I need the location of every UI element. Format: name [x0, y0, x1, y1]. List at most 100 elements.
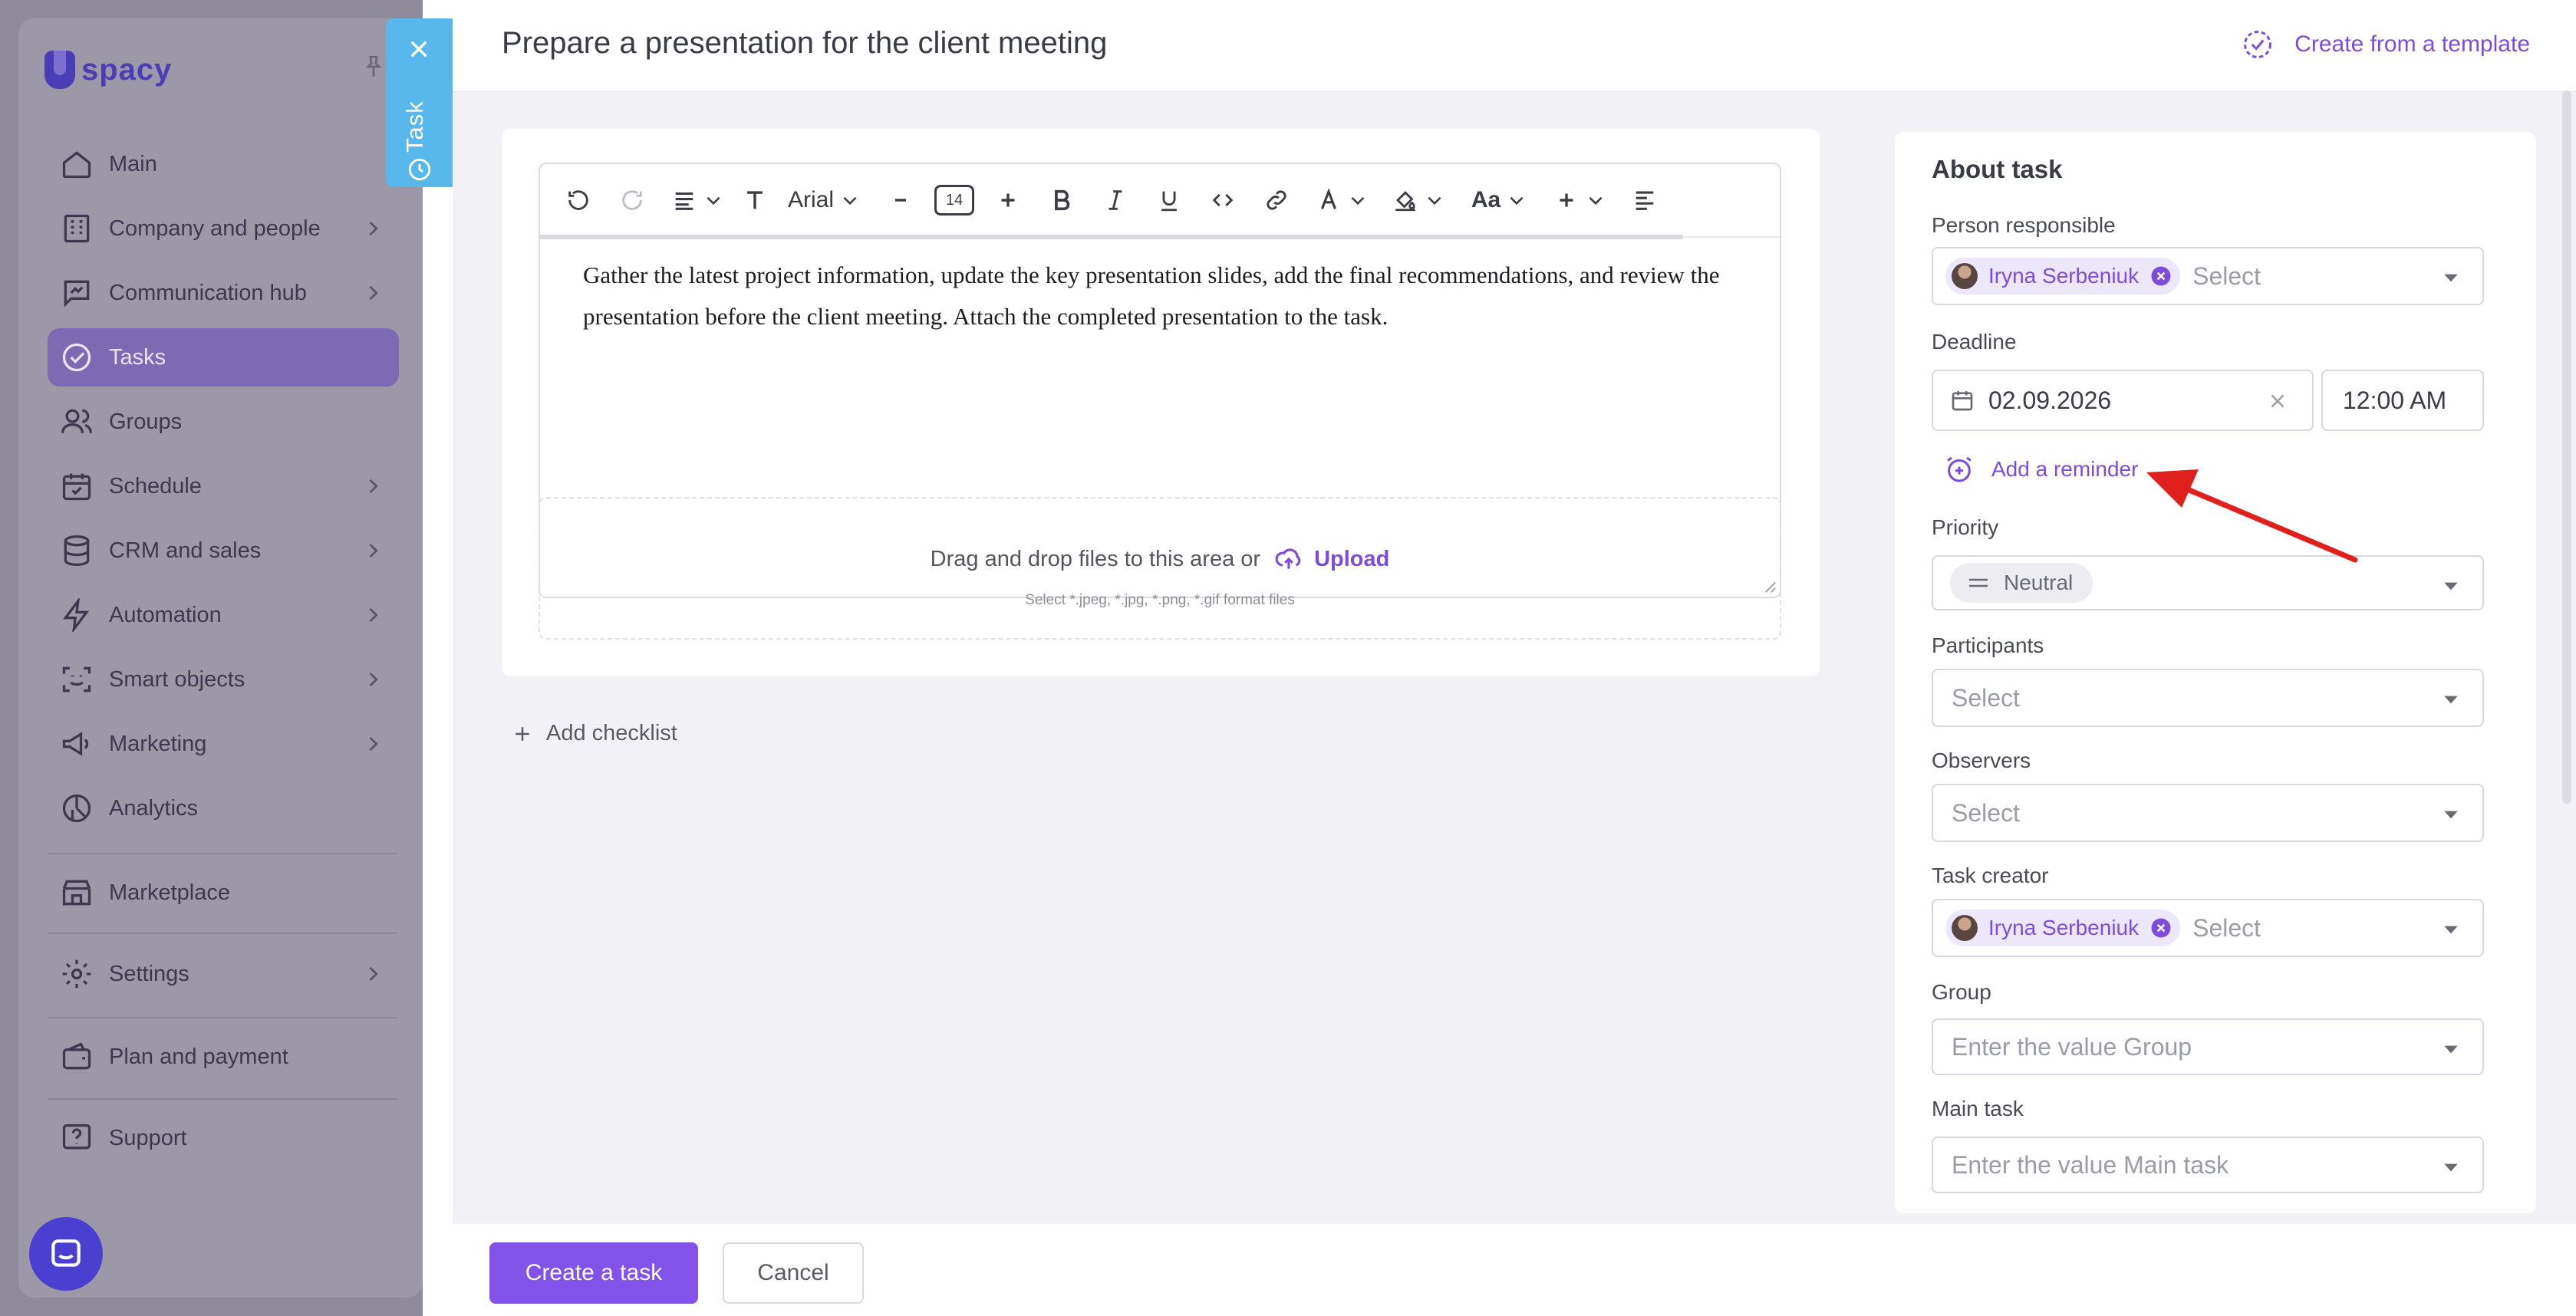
sidebar-item-communication[interactable]: Communication hub [48, 264, 399, 322]
sidebar-item-label: Analytics [109, 795, 199, 821]
editor-content[interactable]: Gather the latest project information, u… [540, 238, 1780, 354]
chevron-down-icon [1428, 196, 1441, 206]
redo-icon [622, 190, 642, 210]
chevron-right-icon [369, 607, 378, 623]
sidebar-divider [48, 853, 397, 854]
template-check-icon [2244, 31, 2272, 58]
align-left-button[interactable] [1622, 177, 1668, 223]
about-task-title: About task [1932, 155, 2063, 183]
sidebar-item-label: Plan and payment [109, 1044, 288, 1069]
logo[interactable]: spacy [44, 51, 172, 89]
bold-button[interactable] [1039, 177, 1085, 223]
observers-select[interactable]: Select [1932, 784, 2484, 842]
undo-button[interactable] [555, 177, 601, 223]
sidebar-item-support[interactable]: Support [48, 1109, 399, 1167]
insert-dropdown[interactable] [1545, 177, 1614, 223]
main-task-placeholder: Enter the value Main task [1952, 1150, 2229, 1179]
font-name-dropdown[interactable]: Arial [778, 177, 870, 223]
add-checklist-label: Add checklist [546, 721, 677, 745]
pin-icon[interactable] [361, 54, 387, 80]
cancel-button[interactable]: Cancel [723, 1242, 864, 1304]
link-button[interactable] [1253, 177, 1300, 223]
participants-select[interactable]: Select [1932, 669, 2484, 727]
deadline-label: Deadline [1932, 330, 2017, 354]
text-case-dropdown[interactable]: Aa [1461, 177, 1537, 223]
add-checklist-button[interactable]: Add checklist [511, 721, 677, 746]
sidebar-divider [48, 933, 397, 934]
sidebar-item-crm[interactable]: CRM and sales [48, 521, 399, 580]
panel-scrollbar[interactable] [2562, 90, 2571, 804]
remove-chip-icon[interactable] [2149, 265, 2172, 288]
select-placeholder: Select [2192, 262, 2261, 290]
editor-toolbar: Arial 14 Aa [540, 164, 1780, 239]
lightning-icon [63, 598, 90, 632]
text-color-dropdown[interactable] [1307, 177, 1376, 223]
sidebar-item-groups[interactable]: Groups [48, 393, 399, 451]
assignee-chip: Iryna Serbeniuk [1945, 258, 2181, 294]
chevron-right-icon [369, 543, 378, 558]
person-responsible-select[interactable]: Iryna Serbeniuk Select [1932, 247, 2484, 305]
decrease-font-button[interactable] [878, 177, 924, 223]
sidebar-item-marketplace[interactable]: Marketplace [48, 864, 399, 922]
chat-widget-button[interactable] [29, 1217, 103, 1291]
sidebar-item-tasks[interactable]: Tasks [48, 328, 399, 387]
help-icon [62, 1124, 91, 1150]
deadline-time-input[interactable]: 12:00 AM [2321, 370, 2484, 431]
main-task-select[interactable]: Enter the value Main task [1932, 1137, 2484, 1193]
highlight-dropdown[interactable] [1384, 177, 1453, 223]
deadline-date: 02.09.2026 [1988, 386, 2112, 414]
chevron-down-icon [1510, 196, 1524, 206]
select-placeholder: Select [2192, 913, 2261, 942]
remove-chip-icon[interactable] [2149, 916, 2172, 939]
chevron-down-icon [707, 196, 720, 206]
code-button[interactable] [1200, 177, 1246, 223]
priority-value: Neutral [2004, 571, 2074, 594]
deadline-date-input[interactable]: 02.09.2026 [1932, 370, 2314, 431]
add-reminder-link[interactable]: Add a reminder [1944, 454, 2138, 485]
font-size: 14 [934, 185, 974, 215]
sidebar-item-analytics[interactable]: Analytics [48, 779, 399, 837]
panel-footer: Create a task Cancel [453, 1224, 2576, 1316]
sidebar-divider [48, 1017, 397, 1018]
sidebar-item-plan[interactable]: Plan and payment [48, 1028, 399, 1086]
create-from-template-link[interactable]: Create from a template [2241, 28, 2530, 61]
sidebar-item-smart-objects[interactable]: Smart objects [48, 650, 399, 709]
underline-button[interactable] [1146, 177, 1192, 223]
sidebar-item-label: Smart objects [109, 666, 245, 692]
sidebar-item-company[interactable]: Company and people [48, 199, 399, 258]
upload-link[interactable]: Upload [1274, 544, 1389, 574]
close-icon[interactable] [407, 37, 431, 61]
chat-bubble-icon [51, 1239, 81, 1267]
file-dropzone[interactable]: Drag and drop files to this area or Uplo… [539, 497, 1781, 640]
increase-font-button[interactable] [985, 177, 1031, 223]
sidebar-item-schedule[interactable]: Schedule [48, 457, 399, 515]
sidebar-item-main[interactable]: Main [48, 135, 399, 193]
plus-icon [1001, 193, 1015, 207]
select-placeholder: Select [1952, 798, 2020, 827]
group-select[interactable]: Enter the value Group [1932, 1018, 2484, 1075]
align-dropdown[interactable] [663, 177, 732, 223]
font-family-dropdown[interactable] [740, 177, 770, 223]
task-clock-icon [408, 158, 431, 181]
select-placeholder: Select [1952, 683, 2020, 712]
cloud-upload-icon [1275, 548, 1301, 569]
sidebar-item-automation[interactable]: Automation [48, 586, 399, 644]
annotation-arrow-icon [2146, 469, 2358, 563]
create-task-button[interactable]: Create a task [489, 1242, 698, 1304]
logo-mark-icon [44, 51, 75, 89]
dropzone-line: Drag and drop files to this area or Uplo… [540, 544, 1780, 574]
font-size-field[interactable]: 14 [931, 177, 977, 223]
italic-button[interactable] [1092, 177, 1138, 223]
underline-icon [1161, 191, 1177, 212]
chat-icon [64, 280, 90, 308]
page-title[interactable]: Prepare a presentation for the client me… [502, 26, 1107, 61]
redo-button[interactable] [609, 177, 655, 223]
gear-icon [62, 959, 91, 989]
sidebar-item-marketing[interactable]: Marketing [48, 715, 399, 773]
group-placeholder: Enter the value Group [1952, 1032, 2192, 1061]
clear-icon[interactable] [2266, 390, 2289, 413]
sidebar-item-settings[interactable]: Settings [48, 945, 399, 1003]
task-side-tab[interactable]: Task [386, 18, 453, 187]
task-creator-select[interactable]: Iryna Serbeniuk Select [1932, 899, 2484, 957]
megaphone-icon [62, 732, 89, 756]
